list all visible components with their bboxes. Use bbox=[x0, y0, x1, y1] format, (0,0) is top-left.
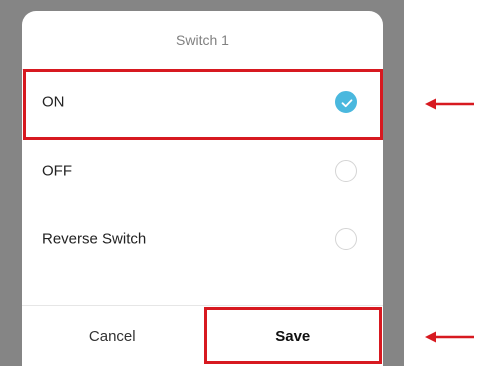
radio-unchecked-icon bbox=[335, 160, 357, 182]
highlight-box-save bbox=[204, 307, 382, 364]
option-off[interactable]: OFF bbox=[22, 142, 383, 200]
highlight-box-on bbox=[23, 69, 383, 140]
cancel-button[interactable]: Cancel bbox=[22, 306, 203, 366]
radio-unchecked-icon bbox=[335, 228, 357, 250]
option-label: OFF bbox=[42, 162, 72, 180]
left-arrow-icon bbox=[425, 98, 474, 110]
left-arrow-icon bbox=[425, 331, 474, 343]
option-label: Reverse Switch bbox=[42, 230, 147, 248]
option-reverse-switch[interactable]: Reverse Switch bbox=[22, 210, 383, 268]
dialog-title: Switch 1 bbox=[22, 11, 383, 70]
